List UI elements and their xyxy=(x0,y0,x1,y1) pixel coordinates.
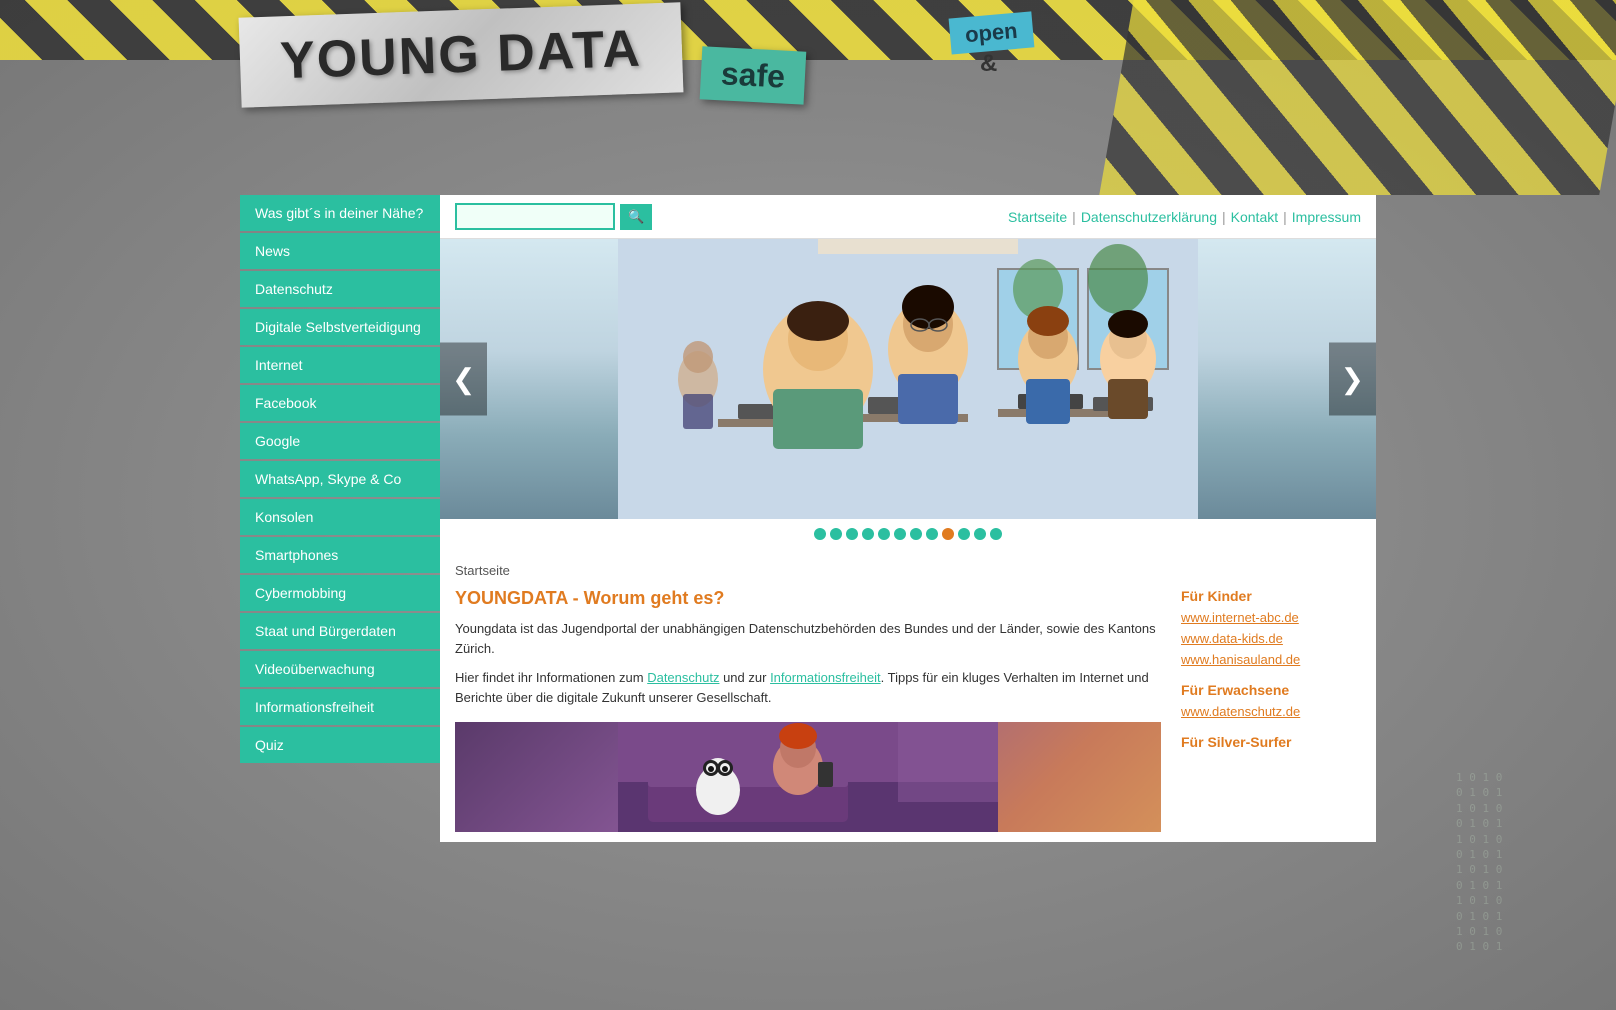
main-paragraph-2: Hier findet ihr Informationen zum Datens… xyxy=(455,668,1161,707)
bottom-image xyxy=(455,722,1161,832)
carousel-dot-8[interactable] xyxy=(942,528,954,540)
sidebar-item-digitale-selbstverteidigung[interactable]: Digitale Selbstverteidigung xyxy=(240,309,440,345)
search-form: 🔍 xyxy=(455,203,652,230)
carousel-dot-2[interactable] xyxy=(846,528,858,540)
logo-safe: safe xyxy=(699,46,806,104)
fuer-kinder-title: Für Kinder xyxy=(1181,588,1361,604)
sidebar-item-videoueberwachung[interactable]: Videoüberwachung xyxy=(240,651,440,687)
nav-startseite[interactable]: Startseite xyxy=(1008,209,1067,225)
sidebar-item-quiz[interactable]: Quiz xyxy=(240,727,440,763)
nav-links: Startseite | Datenschutzerklärung | Kont… xyxy=(1008,209,1361,225)
bottom-image-svg xyxy=(455,722,1161,832)
sidebar-item-google[interactable]: Google xyxy=(240,423,440,459)
sidebar-item-staat[interactable]: Staat und Bürgerdaten xyxy=(240,613,440,649)
carousel-prev-icon: ❮ xyxy=(452,364,475,395)
nav-sep-2: | xyxy=(1222,209,1226,225)
carousel-dots xyxy=(440,519,1376,553)
hazard-stripe-right xyxy=(1098,0,1616,195)
carousel: ❮ ❯ xyxy=(440,239,1376,519)
logo-safe-text: safe xyxy=(720,55,786,94)
nav-kontakt[interactable]: Kontakt xyxy=(1231,209,1278,225)
carousel-dot-9[interactable] xyxy=(958,528,970,540)
carousel-prev-button[interactable]: ❮ xyxy=(440,343,487,416)
page-content: Startseite YOUNGDATA - Worum geht es? Yo… xyxy=(440,553,1376,842)
fuer-silver-surfer-title: Für Silver-Surfer xyxy=(1181,734,1361,750)
logo-ampersand: & xyxy=(980,50,997,78)
main-paragraph-2-mid: und zur xyxy=(719,670,770,685)
carousel-dot-1[interactable] xyxy=(830,528,842,540)
link-data-kids[interactable]: www.data-kids.de xyxy=(1181,631,1361,646)
logo-main: YOUNG DATA xyxy=(239,2,684,107)
logo-open-text: open xyxy=(964,18,1019,47)
link-hanisauland[interactable]: www.hanisauland.de xyxy=(1181,652,1361,667)
logo-open: open xyxy=(949,11,1034,54)
carousel-next-button[interactable]: ❯ xyxy=(1329,343,1376,416)
carousel-dot-7[interactable] xyxy=(926,528,938,540)
main-wrapper: Was gibt´s in deiner Nähe? News Datensch… xyxy=(0,195,1616,842)
link-internet-abc[interactable]: www.internet-abc.de xyxy=(1181,610,1361,625)
breadcrumb: Startseite xyxy=(455,563,1361,578)
sidebar-item-informationsfreiheit[interactable]: Informationsfreiheit xyxy=(240,689,440,725)
search-button[interactable]: 🔍 xyxy=(620,204,652,230)
carousel-dot-0[interactable] xyxy=(814,528,826,540)
main-title: YOUNGDATA - Worum geht es? xyxy=(455,588,1161,609)
main-column: YOUNGDATA - Worum geht es? Youngdata ist… xyxy=(455,588,1161,832)
main-paragraph-1: Youngdata ist das Jugendportal der unabh… xyxy=(455,619,1161,658)
search-input[interactable] xyxy=(455,203,615,230)
carousel-image xyxy=(440,239,1376,519)
nav-bar: 🔍 Startseite | Datenschutzerklärung | Ko… xyxy=(440,195,1376,239)
sidebar-item-whatsapp[interactable]: WhatsApp, Skype & Co xyxy=(240,461,440,497)
carousel-svg xyxy=(440,239,1376,519)
logo-container: YOUNG DATA safe open & xyxy=(240,10,806,100)
sidebar-item-facebook[interactable]: Facebook xyxy=(240,385,440,421)
sidebar-item-datenschutz[interactable]: Datenschutz xyxy=(240,271,440,307)
content-area: 🔍 Startseite | Datenschutzerklärung | Ko… xyxy=(440,195,1376,842)
carousel-dot-5[interactable] xyxy=(894,528,906,540)
fuer-erwachsene-title: Für Erwachsene xyxy=(1181,682,1361,698)
link-datenschutz-de[interactable]: www.datenschutz.de xyxy=(1181,704,1361,719)
sidebar-item-cybermobbing[interactable]: Cybermobbing xyxy=(240,575,440,611)
sidebar-item-smartphones[interactable]: Smartphones xyxy=(240,537,440,573)
datenschutz-link[interactable]: Datenschutz xyxy=(647,670,719,685)
main-paragraph-2-before: Hier findet ihr Informationen zum xyxy=(455,670,647,685)
sidebar-item-was-gibts[interactable]: Was gibt´s in deiner Nähe? xyxy=(240,195,440,231)
sidebar-item-news[interactable]: News xyxy=(240,233,440,269)
sidebar-item-internet[interactable]: Internet xyxy=(240,347,440,383)
informationsfreiheit-link[interactable]: Informationsfreiheit xyxy=(770,670,881,685)
sidebar: Was gibt´s in deiner Nähe? News Datensch… xyxy=(240,195,440,842)
carousel-dot-4[interactable] xyxy=(878,528,890,540)
carousel-dot-3[interactable] xyxy=(862,528,874,540)
nav-sep-3: | xyxy=(1283,209,1287,225)
nav-impressum[interactable]: Impressum xyxy=(1292,209,1361,225)
logo-text: YOUNG DATA xyxy=(279,19,643,92)
nav-sep-1: | xyxy=(1072,209,1076,225)
sidebar-item-konsolen[interactable]: Konsolen xyxy=(240,499,440,535)
carousel-dot-10[interactable] xyxy=(974,528,986,540)
content-columns: YOUNGDATA - Worum geht es? Youngdata ist… xyxy=(455,588,1361,832)
carousel-dot-11[interactable] xyxy=(990,528,1002,540)
carousel-dot-6[interactable] xyxy=(910,528,922,540)
nav-datenschutzerklaerung[interactable]: Datenschutzerklärung xyxy=(1081,209,1217,225)
search-icon: 🔍 xyxy=(628,209,644,224)
header: YOUNG DATA safe open & xyxy=(0,0,1616,195)
sidebar-right: Für Kinder www.internet-abc.de www.data-… xyxy=(1181,588,1361,832)
carousel-next-icon: ❯ xyxy=(1341,364,1364,395)
